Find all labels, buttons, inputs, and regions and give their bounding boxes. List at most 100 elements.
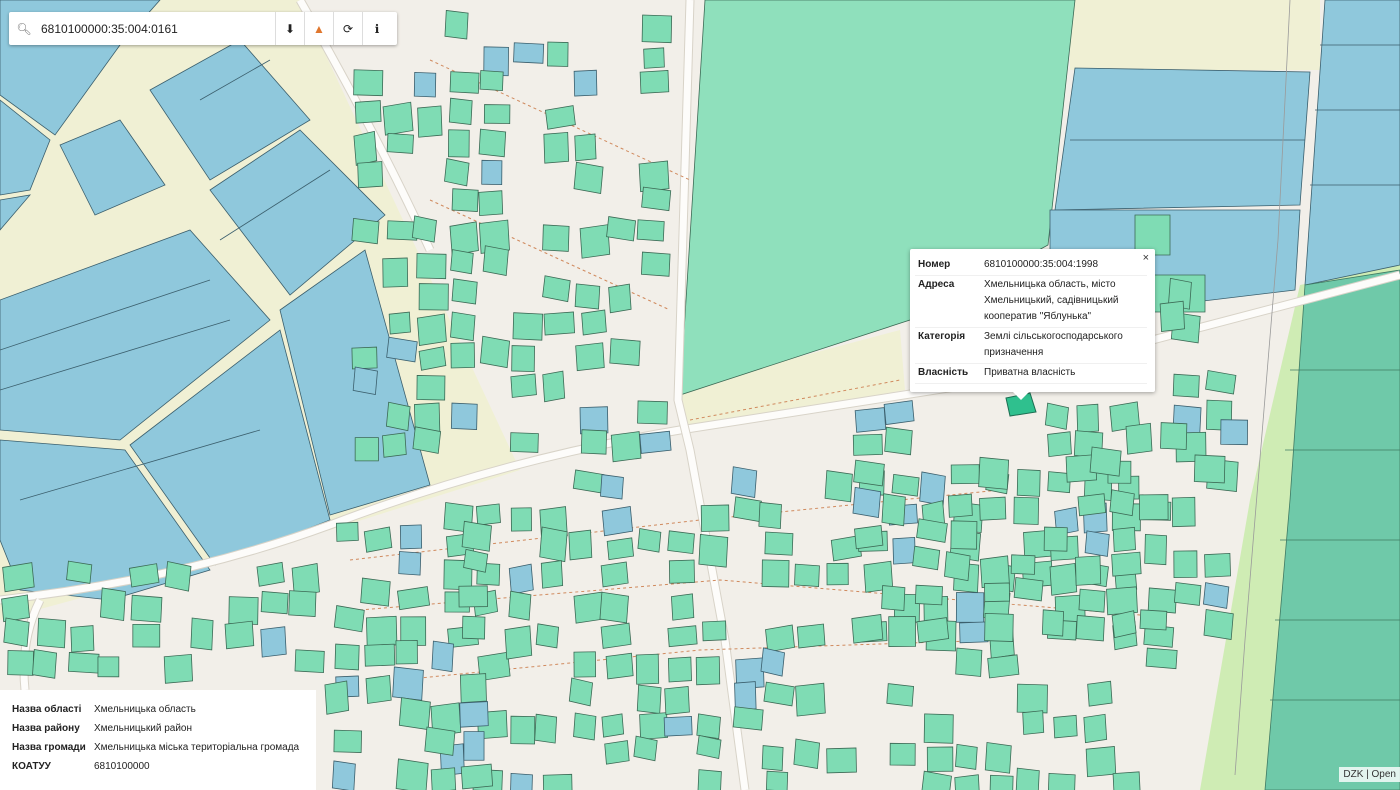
land-parcel[interactable] — [542, 370, 566, 403]
land-parcel[interactable] — [765, 624, 795, 653]
land-parcel[interactable] — [354, 437, 379, 462]
land-parcel[interactable] — [539, 526, 568, 563]
land-parcel[interactable] — [1204, 552, 1231, 578]
land-parcel[interactable] — [1109, 489, 1135, 517]
land-parcel[interactable] — [697, 769, 722, 790]
land-parcel[interactable] — [1048, 772, 1076, 790]
land-parcel[interactable] — [396, 586, 431, 611]
land-parcel[interactable] — [395, 639, 418, 665]
land-parcel[interactable] — [761, 745, 784, 771]
land-parcel[interactable] — [912, 545, 941, 571]
land-parcel[interactable] — [1087, 680, 1113, 707]
land-parcel[interactable] — [764, 531, 794, 556]
land-parcel[interactable] — [543, 131, 570, 164]
download-button[interactable]: ⬇ — [275, 12, 304, 45]
land-parcel[interactable] — [987, 654, 1020, 679]
land-parcel[interactable] — [534, 713, 558, 744]
land-parcel[interactable] — [351, 217, 380, 245]
cadastral-map[interactable] — [0, 0, 1400, 790]
land-parcel[interactable] — [412, 426, 442, 454]
land-parcel[interactable] — [1159, 300, 1185, 333]
land-parcel[interactable] — [883, 400, 915, 426]
land-parcel[interactable] — [852, 433, 883, 456]
land-parcel[interactable] — [395, 758, 429, 790]
land-parcel[interactable] — [132, 623, 161, 648]
map-attribution[interactable]: DZK | Open — [1339, 767, 1400, 782]
land-parcel[interactable] — [758, 501, 782, 530]
land-parcel[interactable] — [979, 496, 1007, 521]
land-parcel[interactable] — [36, 617, 67, 649]
land-parcel[interactable] — [760, 647, 785, 677]
land-parcel[interactable] — [334, 643, 360, 671]
land-parcel[interactable] — [2, 562, 35, 593]
land-parcel[interactable] — [1044, 402, 1069, 430]
land-parcel[interactable] — [1139, 494, 1169, 521]
land-parcel[interactable] — [228, 596, 259, 625]
land-parcel[interactable] — [444, 9, 469, 40]
land-parcel[interactable] — [482, 245, 509, 277]
land-parcel[interactable] — [733, 496, 762, 522]
land-parcel[interactable] — [1112, 526, 1136, 553]
land-parcel[interactable] — [633, 735, 658, 762]
land-parcel[interactable] — [641, 186, 672, 212]
land-parcel[interactable] — [1085, 746, 1117, 778]
land-parcel[interactable] — [1047, 431, 1072, 458]
land-parcel[interactable] — [398, 697, 431, 731]
land-parcel[interactable] — [1172, 373, 1200, 398]
land-parcel[interactable] — [923, 713, 954, 744]
land-parcel[interactable] — [450, 342, 475, 369]
land-parcel[interactable] — [663, 715, 693, 737]
land-parcel[interactable] — [335, 521, 359, 542]
land-parcel[interactable] — [796, 623, 826, 649]
land-parcel[interactable] — [954, 774, 980, 790]
land-parcel[interactable] — [1083, 713, 1108, 744]
land-parcel[interactable] — [382, 432, 407, 458]
land-parcel[interactable] — [667, 656, 692, 683]
land-parcel[interactable] — [413, 71, 437, 98]
land-parcel[interactable] — [600, 561, 629, 588]
land-parcel[interactable] — [388, 311, 411, 335]
land-parcel[interactable] — [639, 430, 672, 454]
land-parcel[interactable] — [919, 471, 946, 506]
land-parcel[interactable] — [382, 257, 409, 288]
land-parcel[interactable] — [543, 311, 576, 336]
land-parcel[interactable] — [353, 130, 378, 166]
land-parcel[interactable] — [32, 649, 58, 679]
land-parcel[interactable] — [795, 682, 826, 717]
land-parcel[interactable] — [886, 683, 915, 707]
land-parcel[interactable] — [535, 623, 560, 649]
land-parcel[interactable] — [256, 561, 285, 587]
land-parcel[interactable] — [1144, 533, 1167, 566]
land-parcel[interactable] — [444, 158, 470, 187]
land-parcel[interactable] — [510, 715, 536, 745]
land-parcel[interactable] — [483, 104, 511, 124]
land-parcel[interactable] — [416, 313, 447, 347]
land-parcel[interactable] — [732, 706, 764, 731]
land-parcel[interactable] — [639, 712, 669, 740]
land-parcel[interactable] — [700, 504, 730, 532]
land-parcel[interactable] — [881, 585, 906, 612]
search-input[interactable] — [39, 20, 275, 37]
land-parcel[interactable] — [163, 653, 193, 684]
land-parcel[interactable] — [1202, 582, 1230, 609]
land-parcel[interactable] — [416, 375, 446, 401]
land-parcel[interactable] — [392, 666, 424, 701]
land-parcel[interactable] — [463, 731, 485, 761]
land-parcel[interactable] — [475, 503, 501, 526]
land-parcel[interactable] — [542, 773, 573, 790]
land-parcel[interactable] — [1013, 577, 1044, 602]
land-parcel[interactable] — [1173, 550, 1198, 579]
land-parcel[interactable] — [398, 551, 422, 576]
land-parcel[interactable] — [459, 701, 489, 728]
land-parcel[interactable] — [854, 407, 887, 433]
land-parcel[interactable] — [418, 346, 447, 371]
land-parcel[interactable] — [431, 640, 454, 673]
land-parcel[interactable] — [955, 592, 985, 623]
land-parcel[interactable] — [853, 459, 885, 487]
land-parcel[interactable] — [450, 249, 474, 275]
land-parcel[interactable] — [916, 617, 950, 644]
land-parcel[interactable] — [580, 429, 608, 455]
land-parcel[interactable] — [66, 560, 93, 584]
land-parcel[interactable] — [1016, 683, 1048, 714]
land-parcel[interactable] — [451, 188, 479, 213]
